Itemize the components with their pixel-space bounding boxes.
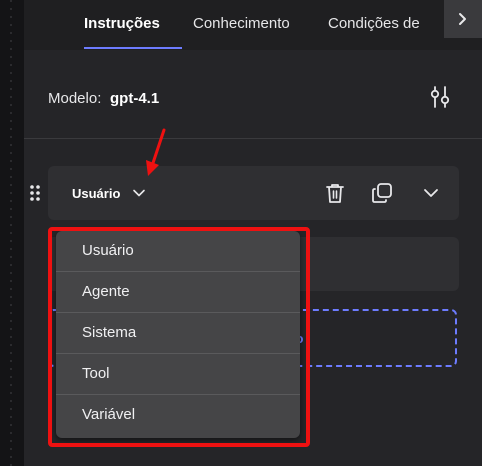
tab-scroll-right-button[interactable] (444, 0, 482, 38)
duplicate-button[interactable] (370, 181, 394, 205)
copy-icon (372, 183, 392, 203)
tab-condicoes[interactable]: Condições de (328, 15, 420, 32)
chevron-down-icon (424, 189, 438, 197)
role-select[interactable]: Usuário (72, 186, 120, 201)
delete-button[interactable] (323, 181, 347, 205)
collapse-button[interactable] (419, 181, 443, 205)
left-gutter (0, 0, 24, 466)
chevron-down-icon[interactable] (132, 186, 146, 200)
message-card: Usuário (48, 166, 459, 220)
highlight-annotation (48, 227, 310, 447)
arrow-annotation-icon (146, 128, 166, 176)
gutter-dots (10, 0, 12, 466)
model-label: Modelo: (48, 90, 102, 107)
active-tab-indicator (84, 47, 182, 49)
sliders-icon[interactable] (428, 85, 452, 109)
model-value: gpt-4.1 (110, 90, 160, 107)
chevron-right-icon (459, 13, 466, 25)
trash-icon (326, 184, 344, 203)
section-divider (24, 138, 482, 139)
model-row: Modelo: gpt-4.1 (24, 78, 482, 118)
tab-bar: Instruções Conhecimento Condições de (24, 0, 482, 50)
tab-conhecimento[interactable]: Conhecimento (193, 15, 290, 32)
drag-handle-icon[interactable] (29, 184, 41, 202)
tab-instrucoes[interactable]: Instruções (84, 15, 160, 32)
